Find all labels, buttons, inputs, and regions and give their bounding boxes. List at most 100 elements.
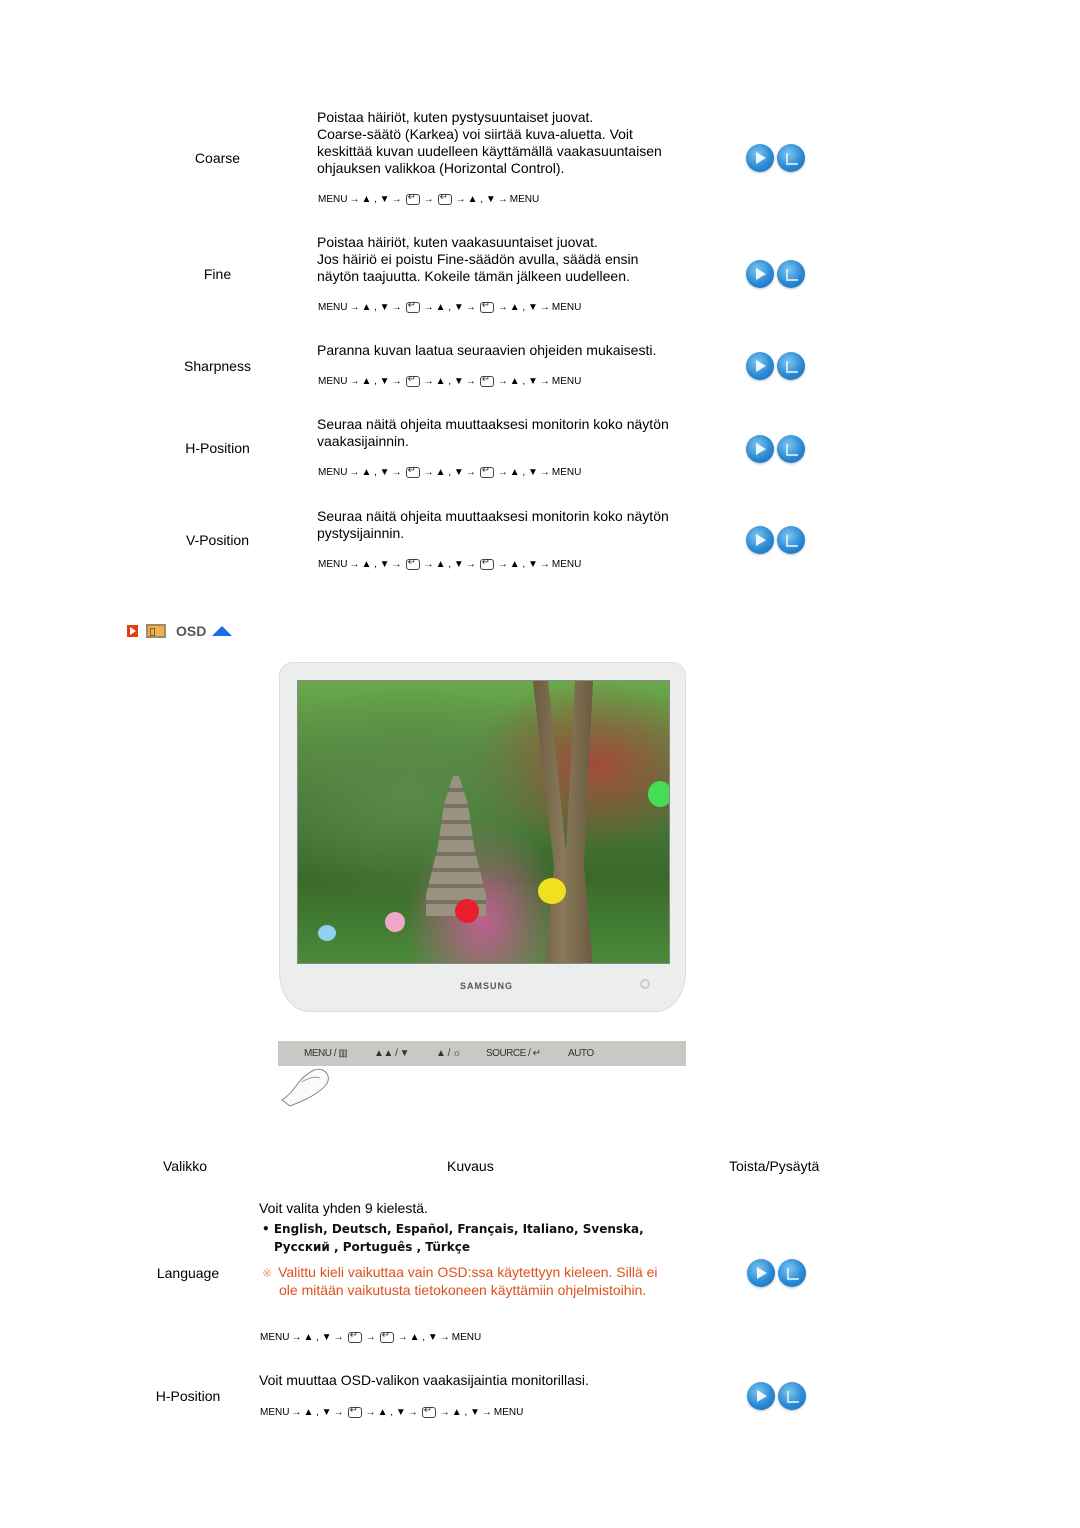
play-stop-buttons: [747, 1382, 806, 1410]
arrow-right-icon: →: [439, 1332, 450, 1343]
arrow-right-icon: →: [349, 302, 360, 313]
arrow-right-icon: →: [391, 467, 402, 478]
up-down-keys: ▲ , ▼: [361, 559, 390, 570]
note-mark-icon: ※: [262, 1266, 273, 1280]
panel-brightness-down-button: ▲▲ / ▼: [374, 1048, 410, 1059]
column-header-menu: Valikko: [163, 1158, 208, 1174]
menu-key: MENU: [551, 467, 582, 478]
pagoda-shape: [426, 776, 486, 916]
up-down-keys: ▲ , ▼: [303, 1332, 332, 1343]
play-button[interactable]: [746, 435, 774, 463]
key-sequence: MENU→▲ , ▼→→▲ , ▼→→▲ , ▼→MENU: [317, 300, 582, 313]
up-down-keys: ▲ , ▼: [435, 559, 464, 570]
stop-button[interactable]: [777, 526, 805, 554]
picture-row-description: Poistaa häiriöt, kuten pystysuuntaiset j…: [317, 109, 662, 177]
section-arrow-icon: [127, 625, 138, 637]
menu-key: MENU: [551, 302, 582, 313]
stop-button[interactable]: [778, 1259, 806, 1287]
arrow-right-icon: →: [465, 376, 476, 387]
up-down-keys: ▲ , ▼: [509, 467, 538, 478]
picture-row-label: V-Position: [185, 532, 250, 548]
menu-key: MENU: [318, 467, 348, 478]
enter-key-icon: [437, 192, 452, 205]
back-to-top-icon[interactable]: [212, 626, 233, 636]
arrow-right-icon: →: [497, 559, 508, 570]
stop-button[interactable]: [777, 260, 805, 288]
osd-section-header: OSD: [127, 623, 233, 639]
pointing-hand-icon: [281, 1068, 329, 1107]
play-button[interactable]: [746, 526, 774, 554]
description-line: pystysijainnin.: [317, 525, 405, 541]
osd-row-description: Voit muuttaa OSD-valikon vaakasijaintia …: [259, 1372, 589, 1388]
monitor-brand-logo: SAMSUNG: [460, 981, 514, 991]
arrow-right-icon: →: [349, 376, 360, 387]
up-down-keys: ▲ , ▼: [361, 194, 390, 205]
key-sequence: MENU→▲ , ▼→→▲ , ▼→→▲ , ▼→MENU: [317, 465, 582, 478]
up-down-keys: ▲ , ▼: [509, 302, 538, 313]
arrow-right-icon: →: [481, 1407, 492, 1418]
enter-key-icon: [405, 465, 420, 478]
play-button[interactable]: [747, 1259, 775, 1287]
description-line: keskittää kuvan uudelleen käyttämällä va…: [317, 143, 662, 159]
play-button[interactable]: [746, 352, 774, 380]
arrow-right-icon: →: [539, 376, 550, 387]
arrow-right-icon: →: [497, 302, 508, 313]
menu-key: MENU: [493, 1407, 524, 1418]
stop-button[interactable]: [777, 435, 805, 463]
play-button[interactable]: [746, 260, 774, 288]
monitor-control-panel: MENU / ▥ ▲▲ / ▼ ▲ / ☼ SOURCE / ↵ AUTO: [278, 1041, 686, 1066]
arrow-right-icon: →: [497, 467, 508, 478]
lantern-red: [455, 899, 479, 923]
lantern-yellow: [538, 878, 566, 904]
description-line: Poistaa häiriöt, kuten pystysuuntaiset j…: [317, 109, 594, 125]
key-sequence: MENU→▲ , ▼→→▲ , ▼→→▲ , ▼→MENU: [317, 557, 582, 570]
stop-button[interactable]: [777, 144, 805, 172]
arrow-right-icon: →: [407, 1407, 418, 1418]
enter-key-icon: [379, 1330, 394, 1343]
arrow-right-icon: →: [333, 1332, 344, 1343]
description-line: Coarse-säätö (Karkea) voi siirtää kuva-a…: [317, 126, 633, 142]
menu-key: MENU: [318, 376, 348, 387]
arrow-right-icon: →: [423, 302, 434, 313]
menu-key: MENU: [318, 559, 348, 570]
enter-key-icon: [479, 557, 494, 570]
picture-row-description: Seuraa näitä ohjeita muuttaaksesi monito…: [317, 508, 669, 542]
description-line: Jos häiriö ei poistu Fine-säädön avulla,…: [317, 251, 639, 267]
arrow-right-icon: →: [539, 302, 550, 313]
play-stop-buttons: [746, 352, 805, 380]
stop-button[interactable]: [778, 1382, 806, 1410]
picture-row-label: Sharpness: [184, 358, 251, 374]
power-button-icon: [640, 979, 650, 989]
language-list-line-1: • English, Deutsch, Español, Français, I…: [262, 1222, 644, 1236]
stop-button[interactable]: [777, 352, 805, 380]
play-stop-buttons: [746, 144, 805, 172]
picture-row-label: Coarse: [194, 150, 241, 166]
play-button[interactable]: [747, 1382, 775, 1410]
arrow-right-icon: →: [539, 559, 550, 570]
arrow-right-icon: →: [391, 194, 402, 205]
key-sequence: MENU→▲ , ▼→→▲ , ▼→→▲ , ▼→MENU: [259, 1405, 524, 1418]
menu-key: MENU: [318, 194, 348, 205]
play-stop-buttons: [746, 260, 805, 288]
play-button[interactable]: [746, 144, 774, 172]
key-sequence: MENU→▲ , ▼→→→▲ , ▼→MENU: [259, 1330, 482, 1343]
note-line-1: Valittu kieli vaikuttaa vain OSD:ssa käy…: [278, 1264, 658, 1280]
arrow-right-icon: →: [349, 467, 360, 478]
arrow-right-icon: →: [397, 1332, 408, 1343]
arrow-right-icon: →: [391, 376, 402, 387]
language-note: ※ Valittu kieli vaikuttaa vain OSD:ssa kä…: [262, 1264, 658, 1299]
lantern-blue: [318, 925, 336, 941]
arrow-right-icon: →: [333, 1407, 344, 1418]
panel-menu-button: MENU / ▥: [304, 1048, 348, 1059]
osd-section-title: OSD: [176, 623, 207, 639]
arrow-right-icon: →: [465, 467, 476, 478]
menu-key: MENU: [260, 1332, 290, 1343]
arrow-right-icon: →: [365, 1407, 376, 1418]
language-list-line-2: Русский , Português , Türkçe: [274, 1240, 471, 1254]
arrow-right-icon: →: [365, 1332, 376, 1343]
enter-key-icon: [405, 374, 420, 387]
enter-key-icon: [479, 300, 494, 313]
arrow-right-icon: →: [439, 1407, 450, 1418]
osd-row-label: Language: [156, 1265, 220, 1281]
picture-row-description: Poistaa häiriöt, kuten vaakasuuntaiset j…: [317, 234, 638, 285]
